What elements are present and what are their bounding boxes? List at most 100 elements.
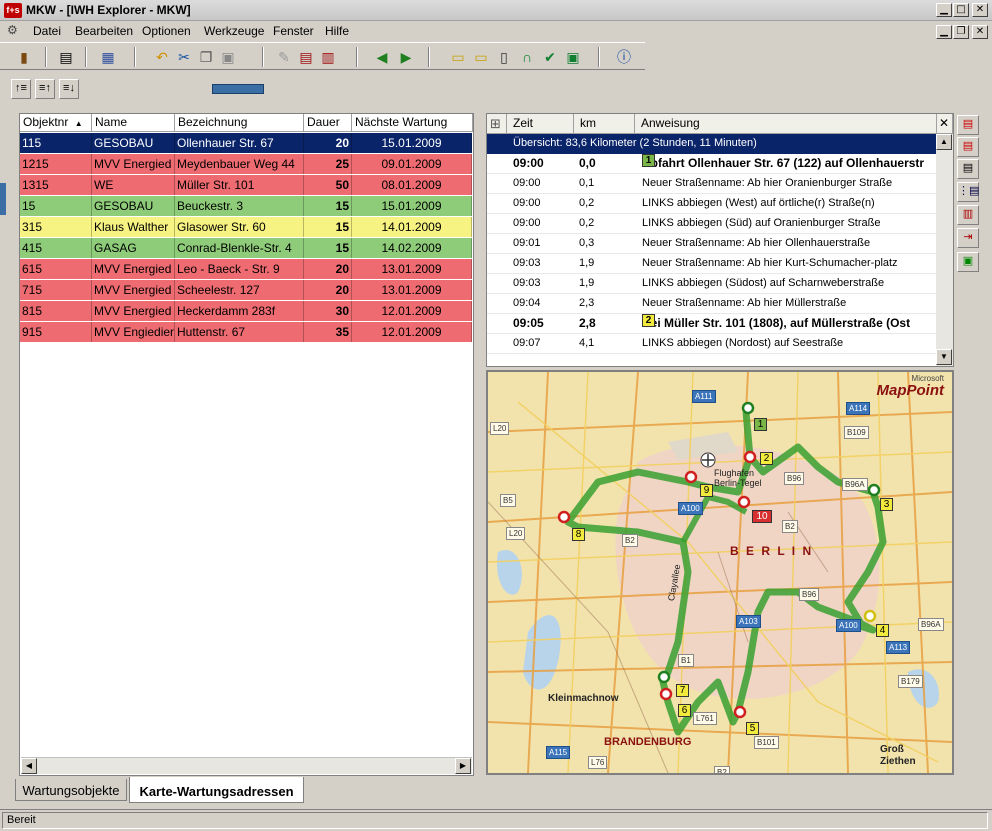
stop-pin-icon[interactable] xyxy=(743,450,757,464)
route-row[interactable]: 09:07 4,1 LINKS abbiegen (Nordost) auf See… xyxy=(487,334,937,354)
table-row[interactable]: 415 GASAG Conrad-Blenkle-Str. 4 15 14.02.200… xyxy=(20,238,472,259)
map-canvas[interactable] xyxy=(488,372,952,773)
stop-marker[interactable]: 7 xyxy=(676,684,689,697)
child-close-button[interactable]: ✕ xyxy=(972,25,988,39)
stop-marker[interactable]: 2 xyxy=(760,452,773,465)
prev-arrow-icon[interactable]: ◀ xyxy=(372,47,392,67)
table-row[interactable]: 1315 WE Müller Str. 101 50 08.01.2009 xyxy=(20,175,472,196)
paste-icon[interactable]: ▣ xyxy=(218,47,238,67)
view-dropdown[interactable] xyxy=(212,84,264,94)
calculate-icon[interactable]: ▣ xyxy=(957,252,979,272)
route-row[interactable]: 09:00 0,1 Neuer Straßenname: Ab hier Orani… xyxy=(487,174,937,194)
route-row[interactable]: 09:00 0,2 LINKS abbiegen (West) auf örtlic… xyxy=(487,194,937,214)
scroll-up-icon[interactable]: ▲ xyxy=(936,134,952,150)
undo-icon[interactable]: ↶ xyxy=(152,47,172,67)
route-col-anweisung[interactable]: Anweisung xyxy=(635,114,937,134)
list-red-icon[interactable]: ▤ xyxy=(957,115,979,135)
stop-marker[interactable]: 9 xyxy=(700,484,713,497)
menu-fenster[interactable]: Fenster xyxy=(273,24,314,38)
stop-pin-icon[interactable] xyxy=(657,670,671,684)
child-restore-button[interactable]: ❐ xyxy=(953,25,969,39)
sort-down-icon[interactable]: ≡↓ xyxy=(59,79,79,99)
check-icon[interactable]: ✔ xyxy=(540,47,560,67)
stop-pin-icon[interactable] xyxy=(867,483,881,497)
table-row[interactable]: 15 GESOBAU Beuckestr. 3 15 15.01.2009 xyxy=(20,196,472,217)
route-col-zeit[interactable]: Zeit xyxy=(507,114,574,134)
child-minimize-button[interactable]: ▁ xyxy=(936,25,952,39)
stop-pin-icon[interactable] xyxy=(684,470,698,484)
stop-pin-icon[interactable] xyxy=(557,510,571,524)
folders-icon[interactable]: ▭ xyxy=(471,47,491,67)
trash-icon[interactable]: ▯ xyxy=(494,47,514,67)
menu-optionen[interactable]: Optionen xyxy=(142,24,191,38)
table-row[interactable]: 815 MVV Energied Heckerdamm 283f 30 12.01.20… xyxy=(20,301,472,322)
insert-row-icon[interactable]: ▥ xyxy=(957,205,979,225)
new-record-icon[interactable]: ▤ xyxy=(296,47,316,67)
route-row[interactable]: 09:03 1,9 Neuer Straßenname: Ab hier Kurt-… xyxy=(487,254,937,274)
route-row[interactable]: 09:00 0,2 LINKS abbiegen (Süd) auf Oranien… xyxy=(487,214,937,234)
tab-karte-wartungsadressen[interactable]: Karte-Wartungsadressen xyxy=(129,777,304,803)
stop-pin-icon[interactable] xyxy=(659,687,673,701)
table-row[interactable]: 115 GESOBAU Ollenhauer Str. 67 20 15.01.2009 xyxy=(20,133,472,154)
tab-wartungsobjekte[interactable]: Wartungsobjekte xyxy=(15,779,127,801)
route-row[interactable]: 09:01 0,3 Neuer Straßenname: Ab hier Ollen… xyxy=(487,234,937,254)
close-route-icon[interactable]: ✕ xyxy=(937,114,953,134)
magnet-icon[interactable]: ∩ xyxy=(517,47,537,67)
col-header-bezeichnung[interactable]: Bezeichnung xyxy=(175,114,304,132)
col-header-dauer[interactable]: Dauer xyxy=(304,114,352,132)
object-grid[interactable]: Objektnr ▲ Name Bezeichnung Dauer Nächst… xyxy=(19,113,474,776)
minimize-button[interactable]: ▁ xyxy=(936,3,952,17)
vertical-scrollbar[interactable]: ▲ ▼ xyxy=(936,134,953,366)
stop-marker[interactable]: 1 xyxy=(754,418,767,431)
cut-icon[interactable]: ✂ xyxy=(174,47,194,67)
sort-ascending-icon[interactable]: ↑≡ xyxy=(11,79,31,99)
menu-bearbeiten[interactable]: Bearbeiten xyxy=(75,24,133,38)
route-summary[interactable]: Übersicht: 83,6 Kilometer (2 Stunden, 11… xyxy=(487,134,937,154)
table-row[interactable]: 915 MVV Engiedier Huttenstr. 67 35 12.01.200… xyxy=(20,322,472,343)
col-header-objektnr[interactable]: Objektnr ▲ xyxy=(20,114,92,132)
menu-hilfe[interactable]: Hilfe xyxy=(325,24,349,38)
list-icon[interactable]: ▤ xyxy=(957,159,979,179)
stop-pin-icon[interactable] xyxy=(863,609,877,623)
print-icon[interactable]: ▤ xyxy=(56,47,76,67)
delete-record-icon[interactable]: ▥ xyxy=(318,47,338,67)
export-icon[interactable]: ▣ xyxy=(563,47,583,67)
stop-marker[interactable]: 10 xyxy=(752,510,772,523)
table-row[interactable]: 715 MVV Energied Scheelestr. 127 20 13.01.20… xyxy=(20,280,472,301)
mdi-child-icon[interactable]: ⚙ xyxy=(7,23,18,37)
exit-door-icon[interactable]: ▮ xyxy=(14,47,34,67)
stop-marker[interactable]: 4 xyxy=(876,624,889,637)
menu-datei[interactable]: Datei xyxy=(33,24,61,38)
stop-marker[interactable]: 6 xyxy=(678,704,691,717)
expand-icon[interactable]: ⊞ xyxy=(487,114,507,134)
table-row[interactable]: 315 Klaus Walther Glasower Str. 60 15 14.01.… xyxy=(20,217,472,238)
help-icon[interactable]: ⓘ xyxy=(614,47,634,67)
stop-marker[interactable]: 5 xyxy=(746,722,759,735)
stop-marker[interactable]: 8 xyxy=(572,528,585,541)
close-window-button[interactable]: ✕ xyxy=(972,3,988,17)
columns-icon[interactable]: ⋮▤ xyxy=(957,182,979,202)
route-row[interactable]: 09:04 2,3 Neuer Straßenname: Ab hier Mülle… xyxy=(487,294,937,314)
folder-icon[interactable]: ▭ xyxy=(448,47,468,67)
calculator-icon[interactable]: ▦ xyxy=(98,47,118,67)
scroll-left-icon[interactable]: ◀ xyxy=(21,758,37,774)
table-row[interactable]: 1215 MVV Energied Meydenbauer Weg 44 25 09.0… xyxy=(20,154,472,175)
scroll-down-icon[interactable]: ▼ xyxy=(936,349,952,365)
copy-icon[interactable]: ❐ xyxy=(196,47,216,67)
next-arrow-icon[interactable]: ▶ xyxy=(396,47,416,67)
table-row[interactable]: 615 MVV Energied Leo - Baeck - Str. 9 20 13.… xyxy=(20,259,472,280)
route-row[interactable]: 09:00 0,0 1 Abfahrt Ollenhauer Str. 67 (122… xyxy=(487,154,937,174)
col-header-wartung[interactable]: Nächste Wartung xyxy=(352,114,473,132)
move-row-icon[interactable]: ⇥ xyxy=(957,228,979,248)
edit-icon[interactable]: ✎ xyxy=(274,47,294,67)
scroll-right-icon[interactable]: ▶ xyxy=(455,758,471,774)
sort-up-icon[interactable]: ≡↑ xyxy=(35,79,55,99)
stop-pin-icon[interactable] xyxy=(733,705,747,719)
list-red-2-icon[interactable]: ▤ xyxy=(957,137,979,157)
splitter-handle[interactable] xyxy=(0,183,6,215)
horizontal-scrollbar[interactable]: ◀ ▶ xyxy=(21,757,472,774)
stop-pin-icon[interactable] xyxy=(737,495,751,509)
col-header-name[interactable]: Name xyxy=(92,114,175,132)
stop-pin-icon[interactable] xyxy=(741,401,755,415)
route-map[interactable]: A111 A114 L20 B109 B96 B96A B5 A100 B2 L20 B2 B96 A1… xyxy=(486,370,954,775)
